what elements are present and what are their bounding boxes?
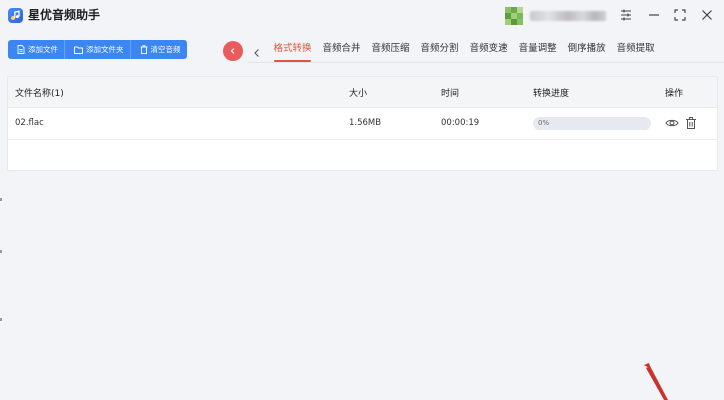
annotation-arrow — [644, 363, 668, 400]
